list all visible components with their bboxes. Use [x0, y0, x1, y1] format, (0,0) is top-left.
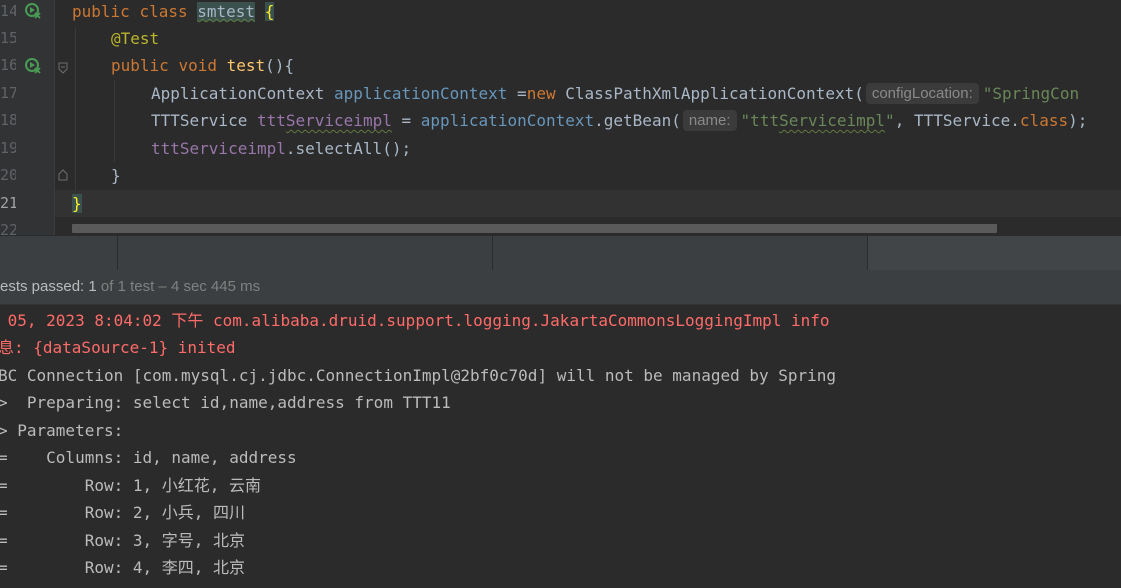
code-line-19[interactable]: tttServiceimpl.selectAll();	[151, 135, 411, 162]
line-number: 15	[0, 29, 16, 47]
test-status-bar: ests passed: 1 of 1 test – 4 sec 445 ms	[0, 270, 1121, 305]
console-line: = Row: 2, 小兵, 四川	[0, 503, 246, 522]
console-line: = Columns: id, name, address	[0, 448, 297, 467]
closing-brace: }	[72, 194, 82, 213]
method-call: .selectAll();	[285, 139, 412, 158]
code-line-18[interactable]: TTTService tttServiceimpl = applicationC…	[151, 107, 1087, 134]
keyword: void	[178, 56, 217, 75]
string-part-typo: Serviceimpl	[779, 111, 886, 130]
parens: (){	[265, 56, 295, 75]
line-number: 14	[0, 2, 16, 20]
code-editor[interactable]: 14 15 16 17 18 19 20 21 22 public class …	[0, 0, 1121, 235]
line-number: 19	[0, 139, 16, 157]
keyword: class	[139, 2, 188, 21]
keyword-new: new	[526, 84, 556, 103]
run-test-method-icon[interactable]	[24, 57, 42, 75]
current-line-highlight	[55, 190, 1121, 217]
tool-window-header	[0, 235, 1121, 270]
code-line-15[interactable]: @Test	[111, 25, 159, 52]
tests-passed-detail: of 1 test – 4 sec 445 ms	[96, 278, 261, 295]
parameter-hint: configLocation:	[865, 83, 979, 104]
tests-passed-label: ests passed:	[0, 278, 89, 295]
method-call: .getBean(	[594, 111, 681, 130]
toolbar-section-active[interactable]	[868, 236, 1121, 270]
console-output[interactable]: 05, 2023 8:04:02 下午 com.alibaba.druid.su…	[0, 305, 1121, 588]
toolbar-section[interactable]	[493, 236, 868, 270]
line-number: 18	[0, 111, 16, 129]
code-line-20[interactable]: }	[111, 162, 121, 189]
line-number: 17	[0, 84, 16, 102]
variable: applicationContext	[334, 84, 508, 103]
run-test-class-icon[interactable]	[24, 2, 42, 20]
annotation: @Test	[111, 29, 160, 48]
string-part: "ttt	[740, 111, 780, 130]
keyword: public	[72, 2, 130, 21]
variable-part-typo: Serviceimpl	[285, 111, 392, 130]
closing-brace: }	[111, 166, 121, 185]
console-line: > Preparing: select id,name,address from…	[0, 393, 451, 412]
method-name: test	[226, 56, 266, 75]
parameter-hint: name:	[682, 110, 737, 131]
line-number: 16	[0, 56, 16, 74]
toolbar-section[interactable]	[118, 236, 493, 270]
variable-part: ttt	[256, 111, 286, 130]
console-line: 息: {dataSource-1} inited	[0, 338, 236, 357]
code-line-21[interactable]: }	[72, 190, 82, 217]
console-line: 05, 2023 8:04:02 下午 com.alibaba.druid.su…	[0, 311, 830, 330]
code-line-16[interactable]: public void test(){	[111, 52, 294, 79]
assign: =	[507, 84, 527, 103]
code-line-14[interactable]: public class smtest {	[72, 0, 275, 25]
variable: tttServiceimpl	[151, 139, 286, 158]
type-name: ApplicationContext	[151, 84, 325, 103]
console-line: = Row: 4, 李四, 北京	[0, 558, 246, 577]
type-name: TTTService	[151, 111, 257, 130]
line-number: 21	[0, 194, 16, 212]
console-line: = Row: 1, 小红花, 云南	[0, 476, 262, 495]
fold-icon[interactable]	[58, 62, 68, 74]
line-number: 20	[0, 166, 16, 184]
tests-passed-count: 1	[88, 278, 97, 295]
indent-guide	[75, 27, 76, 190]
keyword-class: class	[1019, 111, 1069, 130]
console-line: BC Connection [com.mysql.cj.jdbc.Connect…	[0, 366, 837, 385]
string-part: "	[885, 111, 895, 130]
assign: =	[391, 111, 421, 130]
fold-end-icon[interactable]	[58, 169, 68, 181]
console-line: = Row: 3, 字号, 北京	[0, 531, 246, 550]
toolbar-section[interactable]	[0, 236, 118, 270]
line-number: 22	[0, 221, 16, 235]
console-line: > Parameters:	[0, 421, 133, 440]
code-line-17[interactable]: ApplicationContext applicationContext =n…	[151, 80, 1079, 107]
class-name: smtest	[197, 2, 256, 21]
constructor-call: ClassPathXmlApplicationContext(	[555, 84, 864, 103]
brace: {	[264, 2, 275, 21]
variable: tttServiceimpl	[257, 111, 392, 130]
object-ref: applicationContext	[420, 111, 595, 130]
args-rest: , TTTService.	[894, 111, 1020, 130]
horizontal-scrollbar[interactable]	[72, 224, 997, 233]
statement-end: );	[1068, 111, 1088, 130]
string-literal: "tttServiceimpl"	[741, 111, 895, 130]
indent-guide	[114, 80, 115, 162]
string-literal: "SpringCon	[982, 84, 1080, 103]
keyword: public	[111, 56, 169, 75]
